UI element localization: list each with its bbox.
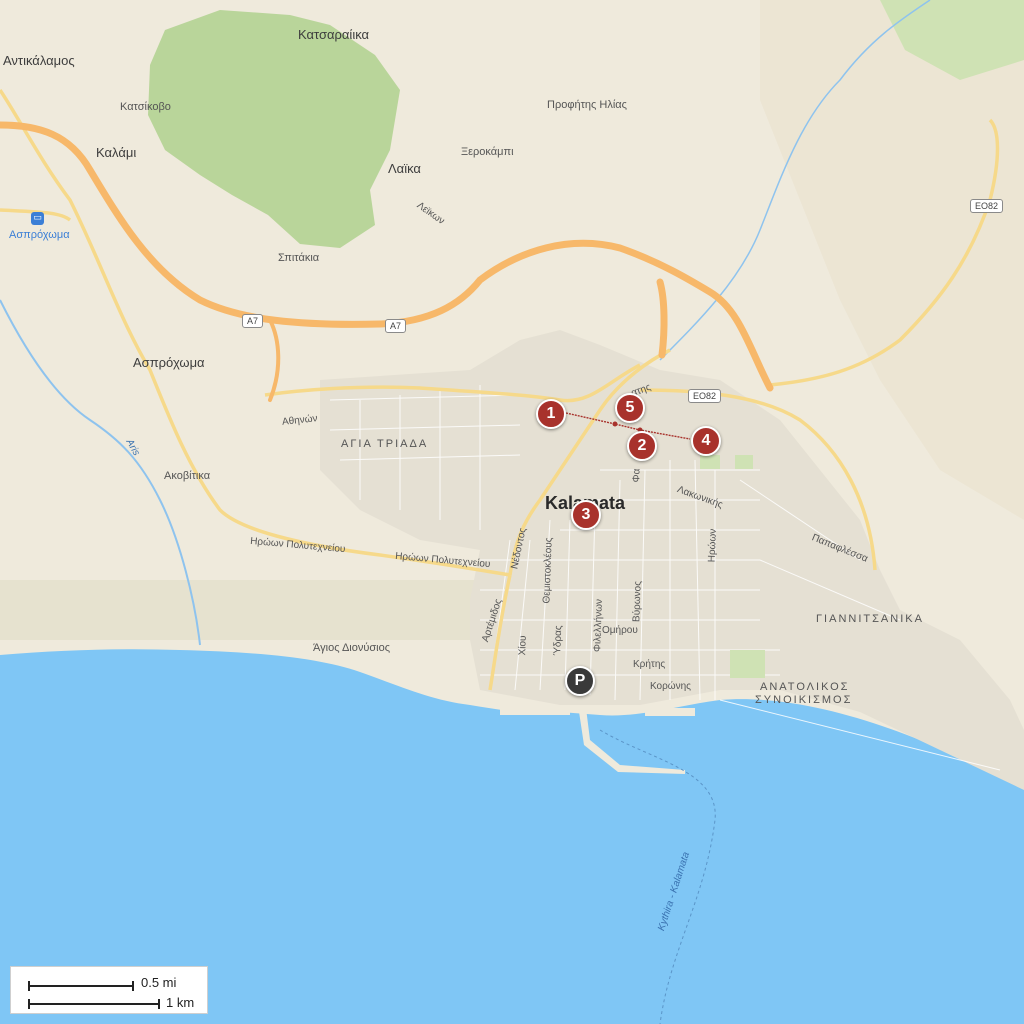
place-label-spitakia: Σπιτάκια [278,252,320,264]
place-label-agia-triada: ΑΓΙΑ ΤΡΙΑΔΑ [341,438,429,450]
metro-station-icon[interactable]: ▭ [31,212,44,225]
road-shield-a7-east: A7 [385,319,407,333]
place-label-anatolikos: ΑΝΑΤΟΛΙΚΟΣ [760,681,850,693]
place-label-agios-dionysios: Άγιος Διονύσιος [313,642,391,654]
map-canvas[interactable]: Αντικάλαμος Κατσαραίικα Κατσίκοβο Καλάμι… [0,0,1024,1024]
map-marker-4[interactable]: 4 [691,426,721,456]
street-label-iroon: Ηρώων [706,528,719,563]
place-label-laika: Λαϊκα [388,161,421,176]
street-label-fa: Φα [631,468,643,483]
map-marker-2[interactable]: 2 [627,431,657,461]
street-label-themistokleous: Θεμιστοκλέους [541,537,555,604]
map-marker-3[interactable]: 3 [571,500,601,530]
place-label-asprochoma-station[interactable]: Ασπρόχωμα [9,229,70,241]
street-label-vyronos: Βύρωνος [631,580,644,623]
place-label-synoikismos: ΣΥΝΟΙΚΙΣΜΟΣ [755,694,853,706]
scale-label-km: 1 km [166,995,195,1010]
place-label-katsaraika: Κατσαραίικα [298,27,370,42]
place-label-asprochoma: Ασπρόχωμα [133,355,205,370]
scale-label-miles: 0.5 mi [141,975,177,990]
place-label-akovitika: Ακοβίτικα [164,470,211,482]
street-label-ydras: Ύδρας [552,625,565,656]
map-marker-5[interactable]: 5 [615,393,645,423]
place-label-xerokampi: Ξεροκάμπι [461,146,514,158]
scale-bar-km [28,999,160,1009]
street-label-koronis: Κορώνης [650,681,691,692]
road-shield-eo82-ne: ΕΟ82 [970,199,1004,213]
parking-marker-icon[interactable]: P [565,666,595,696]
scale-bar: 0.5 mi 1 km [10,966,208,1014]
street-label-chiou: Χίου [517,635,529,656]
street-label-omirou: Ομήρου [602,625,638,636]
place-label-giannitsanika: ΓΙΑΝΝΙΤΣΑΝΙΚΑ [816,613,924,625]
scale-bar-miles [28,981,134,991]
place-label-kalami: Καλάμι [96,145,137,160]
place-label-profitis-ilias: Προφήτης Ηλίας [547,99,627,111]
place-label-katsikovo: Κατσίκοβο [120,101,171,113]
place-label-antikalamos: Αντικάλαμος [3,53,75,68]
road-shield-a7-west: A7 [242,314,264,328]
map-marker-1[interactable]: 1 [536,399,566,429]
street-label-kritis: Κρήτης [633,659,666,670]
road-shield-eo82-center: ΕΟ82 [688,389,722,403]
